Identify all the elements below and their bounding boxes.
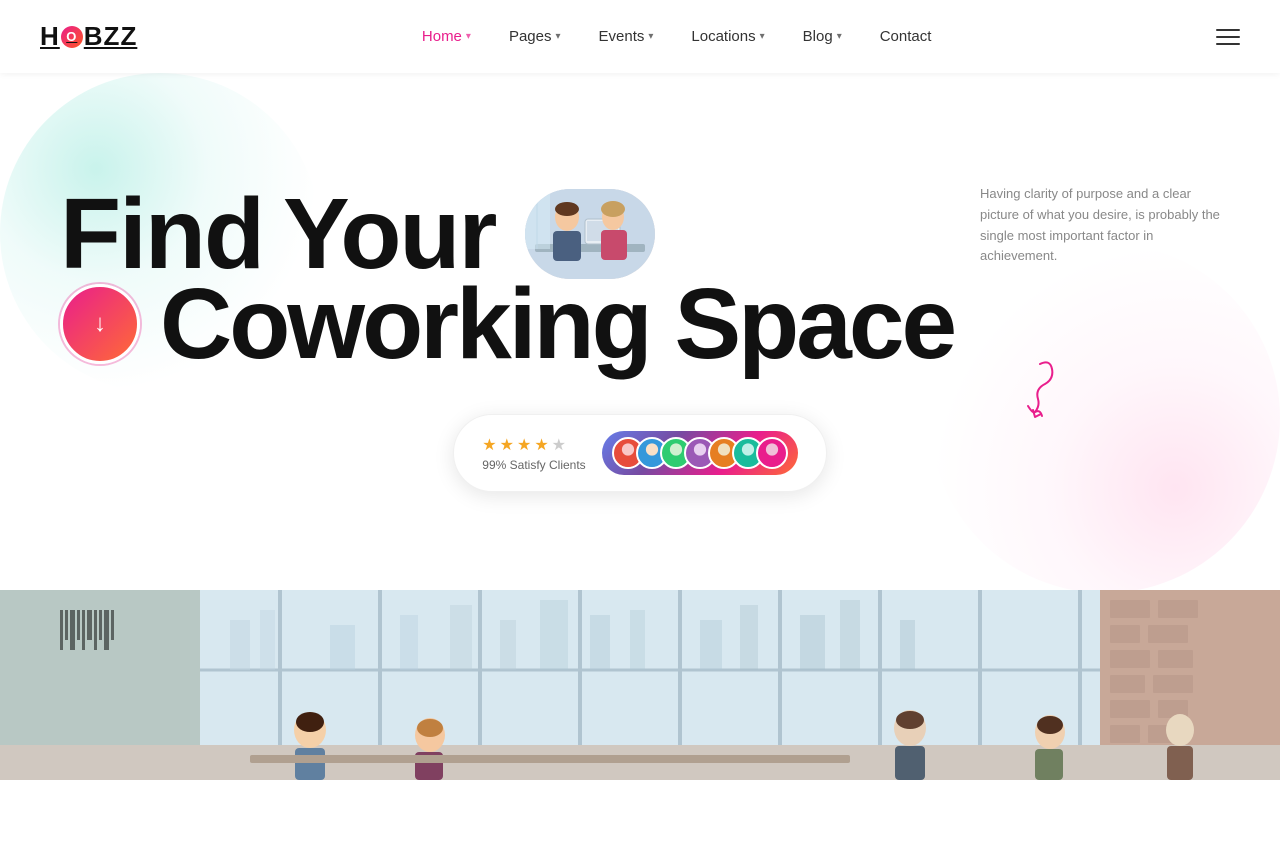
avatar-group	[602, 431, 798, 475]
office-photo-svg	[525, 189, 655, 279]
headline-coworking: Coworking	[160, 274, 650, 374]
hamburger-line	[1216, 36, 1240, 38]
nav-item-blog[interactable]: Blog ▾	[803, 28, 842, 45]
arrow-down-icon: ↓	[94, 312, 106, 336]
office-scene-svg	[0, 590, 1280, 780]
logo-text-pre: H	[40, 21, 60, 52]
nav-item-pages[interactable]: Pages ▾	[509, 28, 561, 45]
scribble-arrow-svg	[990, 354, 1070, 434]
bottom-office-image	[0, 590, 1280, 780]
nav-link-events[interactable]: Events ▾	[599, 28, 654, 45]
chevron-down-icon: ▾	[837, 31, 842, 42]
chevron-down-icon: ▾	[466, 31, 471, 42]
hero-content: Find Your	[60, 184, 1220, 492]
chevron-down-icon: ▾	[648, 31, 653, 42]
rating-left: ★ ★ ★ ★ ★ 99% Satisfy Clients	[482, 435, 585, 472]
star-5-empty: ★	[552, 435, 566, 455]
hero-photo-card	[525, 189, 655, 279]
logo-o: O	[61, 26, 83, 48]
rating-card: ★ ★ ★ ★ ★ 99% Satisfy Clients	[453, 414, 826, 492]
nav-link-pages[interactable]: Pages ▾	[509, 28, 561, 45]
chevron-down-icon: ▾	[555, 31, 560, 42]
headline-space: Space	[650, 274, 954, 374]
hero-description: Having clarity of purpose and a clear pi…	[980, 184, 1220, 267]
nav-item-home[interactable]: Home ▾	[422, 28, 471, 45]
avatar-7	[756, 437, 788, 469]
chevron-down-icon: ▾	[760, 31, 765, 42]
nav-links: Home ▾ Pages ▾ Events ▾ Locations ▾ Blog	[422, 28, 932, 45]
photo-card-inner	[525, 189, 655, 279]
nav-item-events[interactable]: Events ▾	[599, 28, 654, 45]
nav-link-locations[interactable]: Locations ▾	[691, 28, 764, 45]
nav-link-contact[interactable]: Contact	[880, 28, 932, 45]
rating-section: ★ ★ ★ ★ ★ 99% Satisfy Clients	[60, 414, 1220, 492]
star-3: ★	[517, 435, 531, 455]
logo[interactable]: H O BZZ	[40, 21, 137, 52]
navbar: H O BZZ Home ▾ Pages ▾ Events ▾ Location…	[0, 0, 1280, 73]
star-2: ★	[500, 435, 514, 455]
hamburger-menu[interactable]	[1216, 29, 1240, 45]
decorative-arrow	[990, 354, 1070, 439]
stars-container: ★ ★ ★ ★ ★	[482, 435, 566, 455]
logo-text-post: BZZ	[84, 21, 138, 52]
barcode-decoration	[60, 610, 114, 650]
star-4: ★	[534, 435, 548, 455]
nav-link-home[interactable]: Home ▾	[422, 28, 471, 45]
scroll-down-button[interactable]: ↓	[60, 284, 140, 364]
satisfy-text: 99% Satisfy Clients	[482, 458, 585, 472]
nav-item-contact[interactable]: Contact	[880, 28, 932, 45]
hero-section: Find Your	[0, 73, 1280, 593]
hamburger-line	[1216, 43, 1240, 45]
description-text: Having clarity of purpose and a clear pi…	[980, 184, 1220, 267]
star-1: ★	[482, 435, 496, 455]
hamburger-line	[1216, 29, 1240, 31]
nav-link-blog[interactable]: Blog ▾	[803, 28, 842, 45]
office-image-overlay	[0, 590, 1280, 780]
avatar-pill	[602, 431, 798, 475]
nav-item-locations[interactable]: Locations ▾	[691, 28, 764, 45]
